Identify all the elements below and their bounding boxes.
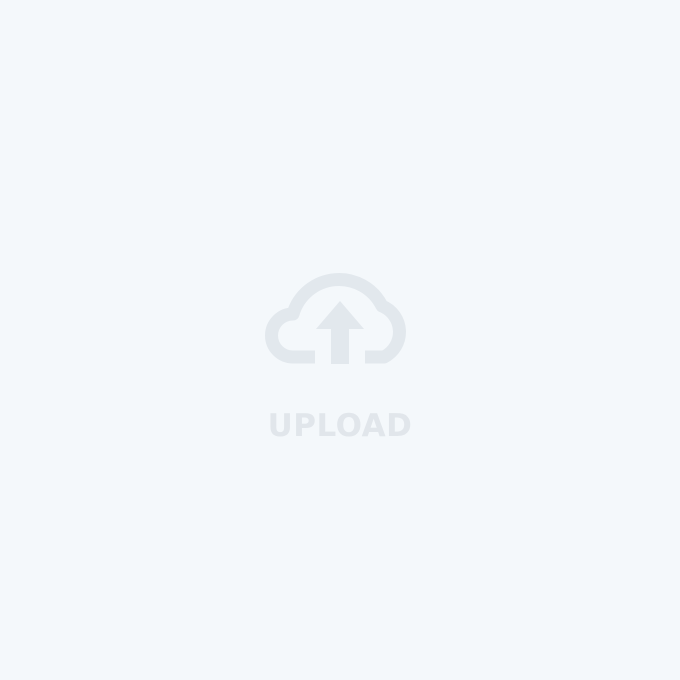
cloud-upload-icon <box>263 258 417 372</box>
upload-dropzone[interactable]: UPLOAD <box>0 0 680 680</box>
upload-label: UPLOAD <box>267 408 413 444</box>
